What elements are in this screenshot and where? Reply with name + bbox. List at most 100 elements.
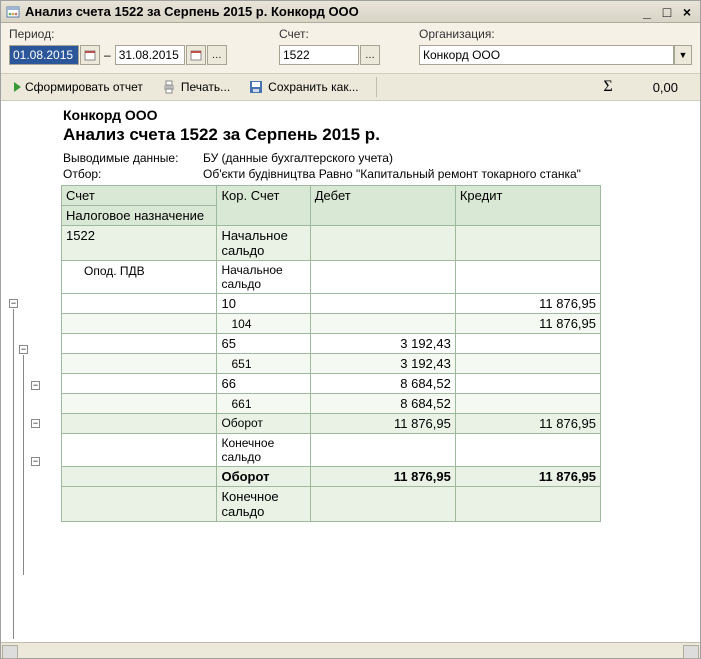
report-table: Счет Кор. Счет Дебет Кредит Налоговое на… <box>61 185 601 522</box>
table-row: 1011 876,95 <box>62 294 601 314</box>
cell-kor: Начальное сальдо <box>217 226 310 261</box>
sigma-icon: Σ <box>603 78 612 96</box>
sum-area: Σ 0,00 <box>603 78 694 96</box>
table-row: 104 11 876,95 <box>62 314 601 334</box>
meta2-value: Об'єкти будівництва Равно "Капитальный р… <box>203 167 581 181</box>
outline-line <box>23 355 24 575</box>
cell-kor: Конечное сальдо <box>217 434 310 467</box>
cell-account <box>62 334 217 354</box>
outline-toggle[interactable]: − <box>31 419 40 428</box>
cell-debit: 8 684,52 <box>310 394 455 414</box>
cell-credit <box>455 487 600 522</box>
date-from-input[interactable] <box>9 45 79 65</box>
account-select-button[interactable]: … <box>360 45 380 65</box>
toolbar: Сформировать отчет Печать... Сохранить к… <box>1 73 700 101</box>
cell-credit: 11 876,95 <box>455 314 600 334</box>
col-credit: Кредит <box>455 186 600 226</box>
maximize-button[interactable]: □ <box>658 4 676 20</box>
outline-toggle[interactable]: − <box>19 345 28 354</box>
cell-debit: 8 684,52 <box>310 374 455 394</box>
titlebar: Анализ счета 1522 за Серпень 2015 р. Кон… <box>1 1 700 23</box>
period-select-button[interactable]: … <box>207 45 227 65</box>
col-kor: Кор. Счет <box>217 186 310 226</box>
form-report-label: Сформировать отчет <box>25 80 143 94</box>
cell-debit <box>310 314 455 334</box>
cell-credit <box>455 226 600 261</box>
cell-kor: 104 <box>217 314 310 334</box>
org-dropdown-button[interactable]: ▼ <box>674 45 692 65</box>
report-meta-2: Отбор: Об'єкти будівництва Равно "Капита… <box>63 167 700 181</box>
table-row: 668 684,52 <box>62 374 601 394</box>
col-account: Счет <box>62 186 217 206</box>
table-row: Конечное сальдо <box>62 487 601 522</box>
cell-account <box>62 354 217 374</box>
cell-kor: 65 <box>217 334 310 354</box>
form-report-button[interactable]: Сформировать отчет <box>7 76 150 98</box>
account-input[interactable] <box>279 45 359 65</box>
cell-debit: 11 876,95 <box>310 414 455 434</box>
report-area: − − − − − Конкорд ООО Анализ счета 1522 … <box>1 101 700 642</box>
period-dash: – <box>104 48 111 62</box>
cell-debit: 3 192,43 <box>310 334 455 354</box>
cell-debit <box>310 487 455 522</box>
toolbar-separator <box>376 77 377 97</box>
meta2-label: Отбор: <box>63 167 203 181</box>
cell-credit <box>455 261 600 294</box>
cell-kor: Оборот <box>217 414 310 434</box>
cell-credit <box>455 394 600 414</box>
cell-kor: 651 <box>217 354 310 374</box>
cell-kor: Начальное сальдо <box>217 261 310 294</box>
org-input[interactable] <box>419 45 674 65</box>
table-row: Конечное сальдо <box>62 434 601 467</box>
save-label: Сохранить как... <box>268 80 358 94</box>
cell-kor: 66 <box>217 374 310 394</box>
cell-debit <box>310 294 455 314</box>
cell-credit <box>455 434 600 467</box>
cell-account <box>62 414 217 434</box>
save-as-button[interactable]: Сохранить как... <box>241 76 365 98</box>
calendar-to-button[interactable] <box>186 45 206 65</box>
cell-debit: 3 192,43 <box>310 354 455 374</box>
minimize-button[interactable]: _ <box>638 4 656 20</box>
table-row: 6513 192,43 <box>62 354 601 374</box>
print-label: Печать... <box>181 80 230 94</box>
cell-account <box>62 314 217 334</box>
cell-debit <box>310 434 455 467</box>
cell-debit: 11 876,95 <box>310 467 455 487</box>
cell-account <box>62 294 217 314</box>
report-title: Анализ счета 1522 за Серпень 2015 р. <box>63 125 700 145</box>
col-tax: Налоговое назначение <box>62 206 217 226</box>
cell-credit: 11 876,95 <box>455 467 600 487</box>
cell-credit <box>455 334 600 354</box>
report-body: Конкорд ООО Анализ счета 1522 за Серпень… <box>61 101 700 642</box>
print-button[interactable]: Печать... <box>154 76 237 98</box>
calendar-from-button[interactable] <box>80 45 100 65</box>
table-row: 653 192,43 <box>62 334 601 354</box>
sum-value: 0,00 <box>653 80 678 95</box>
table-header-row: Счет Кор. Счет Дебет Кредит <box>62 186 601 206</box>
outline-toggle[interactable]: − <box>31 457 40 466</box>
cell-account <box>62 467 217 487</box>
close-button[interactable]: × <box>678 4 696 20</box>
table-row: 6618 684,52 <box>62 394 601 414</box>
cell-credit <box>455 354 600 374</box>
cell-account: Опод. ПДВ <box>62 261 217 294</box>
cell-account <box>62 374 217 394</box>
horizontal-scrollbar[interactable] <box>1 642 700 658</box>
outline-toggle[interactable]: − <box>31 381 40 390</box>
date-to-input[interactable] <box>115 45 185 65</box>
cell-kor: 661 <box>217 394 310 414</box>
cell-account: 1522 <box>62 226 217 261</box>
outline-toggle[interactable]: − <box>9 299 18 308</box>
meta1-label: Выводимые данные: <box>63 151 203 165</box>
outline-line <box>13 309 14 639</box>
cell-debit <box>310 226 455 261</box>
app-window: Анализ счета 1522 за Серпень 2015 р. Кон… <box>0 0 701 659</box>
save-icon <box>248 79 264 95</box>
cell-kor: Оборот <box>217 467 310 487</box>
params-panel: Период: – … Счет: … Организация: ▼ <box>1 23 700 67</box>
col-debit: Дебет <box>310 186 455 226</box>
cell-debit <box>310 261 455 294</box>
table-row: 1522Начальное сальдо <box>62 226 601 261</box>
org-label: Организация: <box>419 27 692 43</box>
